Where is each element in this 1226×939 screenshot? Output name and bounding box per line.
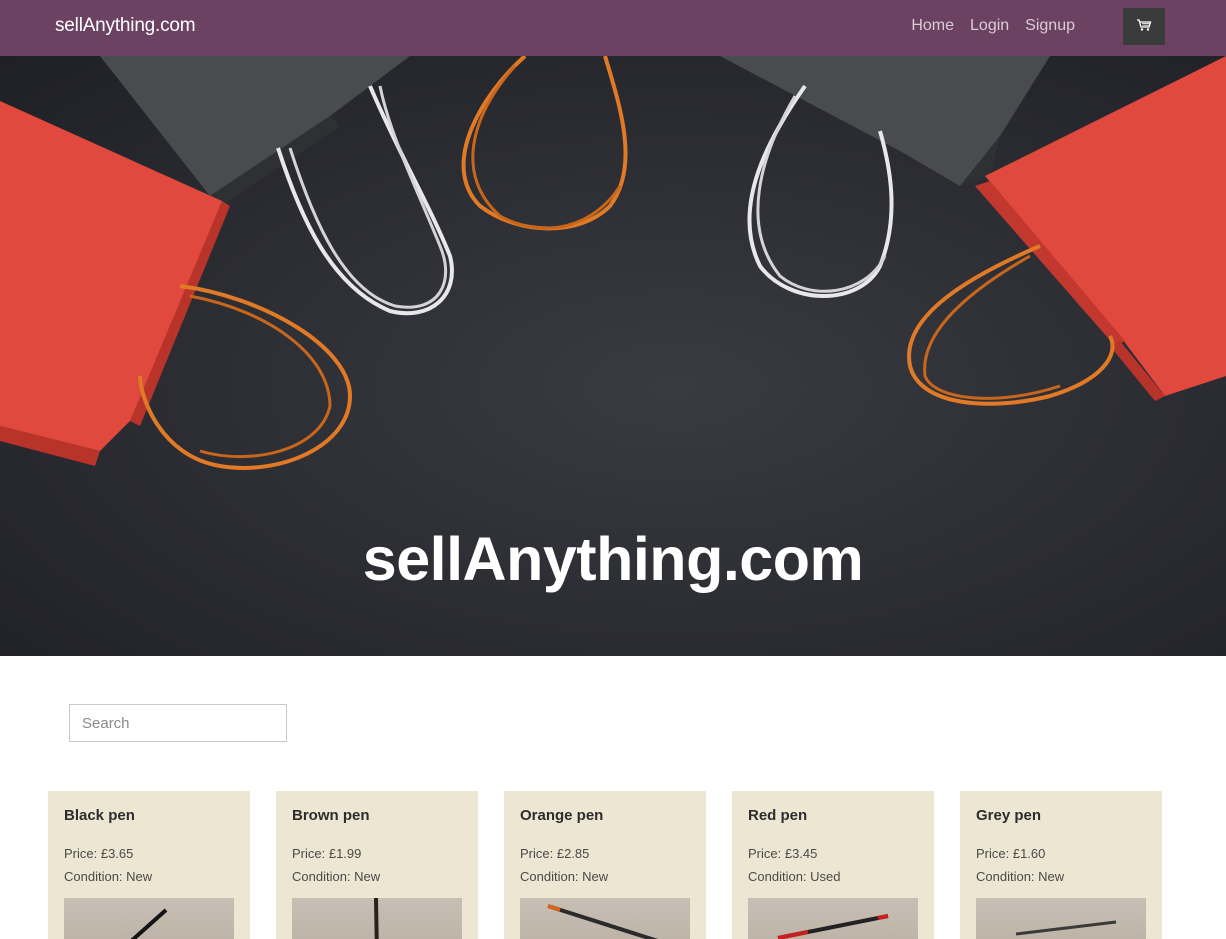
product-card[interactable]: Orange pen Price: £2.85 Condition: New <box>504 791 706 939</box>
product-name: Orange pen <box>520 807 604 824</box>
nav-home-link[interactable]: Home <box>911 17 954 35</box>
cart-button[interactable] <box>1123 8 1165 45</box>
brand-link[interactable]: sellAnything.com <box>55 15 196 37</box>
product-name: Grey pen <box>976 807 1042 824</box>
product-card[interactable]: Grey pen Price: £1.60 Condition: New <box>960 791 1162 939</box>
nav-links: Home Login Signup <box>911 17 1075 35</box>
hero-title: sellAnything.com <box>362 525 864 593</box>
product-price: Price: £3.65 <box>64 846 134 861</box>
product-condition: Condition: Used <box>748 869 841 884</box>
product-list: Black pen Price: £3.65 Condition: New Br… <box>48 791 1162 939</box>
product-price: Price: £2.85 <box>520 846 590 861</box>
product-price: Price: £3.45 <box>748 846 818 861</box>
product-image <box>292 898 462 939</box>
product-image <box>64 898 234 939</box>
product-name: Brown pen <box>292 807 370 824</box>
product-price: Price: £1.99 <box>292 846 362 861</box>
top-navbar: sellAnything.com Home Login Signup <box>0 0 1226 56</box>
cart-icon <box>1136 18 1152 35</box>
hero-banner: sellAnything.com <box>0 56 1226 656</box>
product-image <box>520 898 690 939</box>
product-price: Price: £1.60 <box>976 846 1046 861</box>
search-input[interactable] <box>69 704 287 742</box>
product-condition: Condition: New <box>976 869 1065 884</box>
product-image <box>748 898 918 939</box>
product-condition: Condition: New <box>520 869 609 884</box>
product-card[interactable]: Black pen Price: £3.65 Condition: New <box>48 791 250 939</box>
product-name: Red pen <box>748 807 808 824</box>
product-card[interactable]: Red pen Price: £3.45 Condition: Used <box>732 791 934 939</box>
nav-signup-link[interactable]: Signup <box>1025 17 1075 35</box>
product-name: Black pen <box>64 807 135 824</box>
product-condition: Condition: New <box>64 869 153 884</box>
product-card[interactable]: Brown pen Price: £1.99 Condition: New <box>276 791 478 939</box>
product-image <box>976 898 1146 939</box>
nav-login-link[interactable]: Login <box>970 17 1009 35</box>
product-condition: Condition: New <box>292 869 381 884</box>
